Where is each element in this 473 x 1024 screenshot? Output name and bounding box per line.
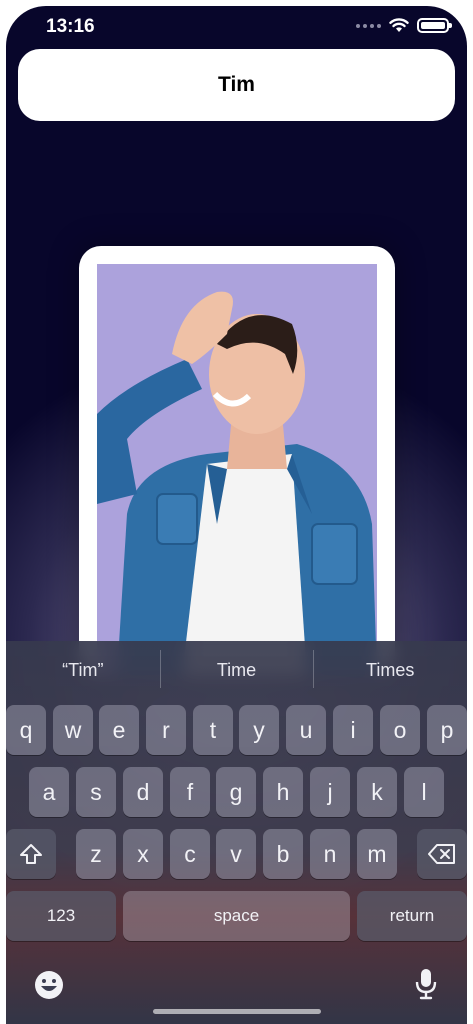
keyboard: “Tim” Time Times q w e r t y u i o p a s… xyxy=(6,641,467,1024)
key-q[interactable]: q xyxy=(6,705,46,755)
key-row-1: q w e r t y u i o p xyxy=(6,705,467,755)
key-e[interactable]: e xyxy=(99,705,139,755)
space-key[interactable]: space xyxy=(123,891,350,941)
person-illustration xyxy=(97,264,377,676)
profile-photo xyxy=(97,264,377,676)
key-z[interactable]: z xyxy=(76,829,116,879)
suggestion-item[interactable]: Time xyxy=(159,649,314,688)
key-h[interactable]: h xyxy=(263,767,303,817)
key-p[interactable]: p xyxy=(427,705,467,755)
cellular-signal-icon xyxy=(356,23,381,28)
key-l[interactable]: l xyxy=(404,767,444,817)
key-row-4: 123 space return xyxy=(6,891,467,941)
suggestion-item[interactable]: Times xyxy=(313,649,467,688)
name-field[interactable]: Tim xyxy=(18,49,455,121)
battery-icon xyxy=(417,18,452,33)
status-bar: 13:16 xyxy=(6,6,467,50)
key-g[interactable]: g xyxy=(216,767,256,817)
key-row-2: a s d f g h j k l xyxy=(6,767,467,817)
suggestion-bar: “Tim” Time Times xyxy=(6,641,467,699)
key-r[interactable]: r xyxy=(146,705,186,755)
return-key[interactable]: return xyxy=(357,891,467,941)
key-v[interactable]: v xyxy=(216,829,256,879)
name-text: Tim xyxy=(218,73,255,96)
key-b[interactable]: b xyxy=(263,829,303,879)
suggestion-item[interactable]: “Tim” xyxy=(6,660,160,681)
keyboard-bottom-bar xyxy=(6,961,467,1011)
microphone-icon[interactable] xyxy=(414,967,438,1001)
wifi-icon xyxy=(389,18,409,32)
key-m[interactable]: m xyxy=(357,829,397,879)
key-s[interactable]: s xyxy=(76,767,116,817)
status-icons xyxy=(356,18,452,33)
photo-card[interactable] xyxy=(79,246,395,676)
numbers-key[interactable]: 123 xyxy=(6,891,116,941)
status-time: 13:16 xyxy=(46,16,95,37)
backspace-icon xyxy=(428,844,455,864)
app-screen: 13:16 Tim “Tim” Time Times q w e r t y u… xyxy=(6,6,467,1024)
home-indicator xyxy=(153,1009,321,1014)
delete-key[interactable] xyxy=(417,829,467,879)
key-x[interactable]: x xyxy=(123,829,163,879)
key-row-3: z x c v b n m xyxy=(6,829,467,879)
key-c[interactable]: c xyxy=(170,829,210,879)
emoji-icon[interactable] xyxy=(33,969,65,1001)
key-k[interactable]: k xyxy=(357,767,397,817)
key-o[interactable]: o xyxy=(380,705,420,755)
key-t[interactable]: t xyxy=(193,705,233,755)
key-d[interactable]: d xyxy=(123,767,163,817)
key-f[interactable]: f xyxy=(170,767,210,817)
key-j[interactable]: j xyxy=(310,767,350,817)
key-y[interactable]: y xyxy=(239,705,279,755)
shift-key[interactable] xyxy=(6,829,56,879)
key-n[interactable]: n xyxy=(310,829,350,879)
key-i[interactable]: i xyxy=(333,705,373,755)
key-a[interactable]: a xyxy=(29,767,69,817)
key-w[interactable]: w xyxy=(53,705,93,755)
key-u[interactable]: u xyxy=(286,705,326,755)
shift-icon xyxy=(20,844,42,864)
